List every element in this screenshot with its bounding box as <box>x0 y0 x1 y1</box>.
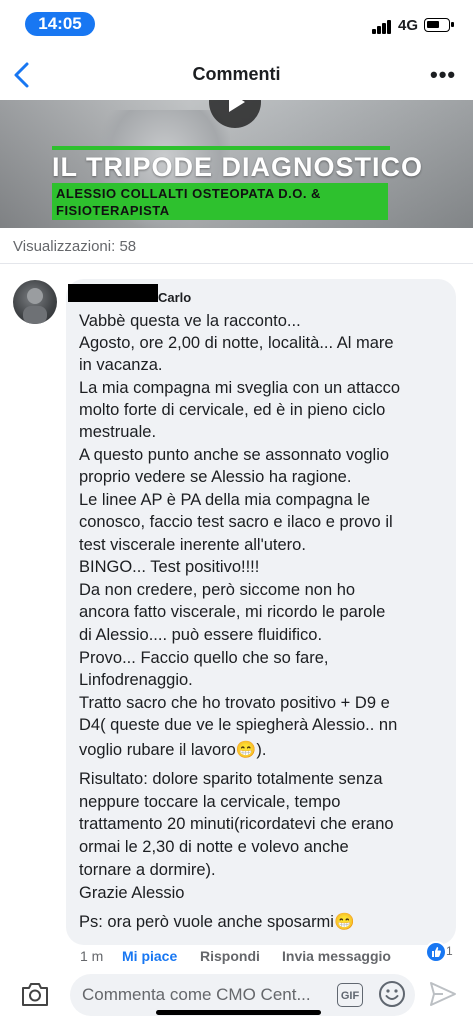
avatar[interactable] <box>13 280 57 324</box>
camera-icon <box>22 983 48 1006</box>
comment-line: Ps: ora però vuole anche sposarmi😁 <box>79 913 355 931</box>
more-dots-icon: ••• <box>430 62 457 87</box>
status-time: 14:05 <box>25 12 95 36</box>
comment-line: D4( queste due ve le spiegherà Alessio..… <box>79 716 398 734</box>
comment-line: Risultato: dolore sparito totalmente sen… <box>79 770 383 788</box>
comment-line: A questo punto anche se assonnato voglio <box>79 446 390 464</box>
battery-icon <box>424 18 454 32</box>
emoji-button[interactable] <box>378 980 406 1008</box>
gif-button[interactable]: GIF <box>337 983 363 1007</box>
divider <box>0 263 473 264</box>
comment-line: Grazie Alessio <box>79 884 185 902</box>
like-button[interactable]: Mi piace <box>122 948 177 964</box>
video-subtitle-box: ALESSIO COLLALTI OSTEOPATA D.O. & FISIOT… <box>52 183 388 220</box>
home-indicator <box>156 1010 321 1015</box>
camera-button[interactable] <box>20 980 50 1008</box>
video-subtitle-line1: ALESSIO COLLALTI OSTEOPATA D.O. & <box>56 186 321 201</box>
comment-author[interactable]: Carlo <box>158 290 191 305</box>
comment-line: conosco, faccio test sacro e ilaco e pro… <box>79 513 393 531</box>
play-icon <box>209 100 261 128</box>
comment-line: proprio vedere se Alessio ha ragione. <box>79 468 352 486</box>
redacted-name <box>68 284 158 302</box>
page-title: Commenti <box>192 64 281 84</box>
comment-time: 1 m <box>80 948 104 964</box>
like-reaction-icon[interactable] <box>425 941 447 963</box>
comment-line: Agosto, ore 2,00 di notte, località... A… <box>79 334 394 352</box>
more-options-button[interactable]: ••• <box>430 62 456 88</box>
comment-line: tornare a dormire). <box>79 861 216 879</box>
comment-line: molto forte di cervicale, ed è in pieno … <box>79 401 386 419</box>
comment-line: Vabbè questa ve la racconto... <box>79 312 301 330</box>
comment-line: Da non credere, però siccome non ho <box>79 581 356 599</box>
comment-line: di Alessio.... può essere fluidifico. <box>79 626 323 644</box>
send-button[interactable] <box>428 980 458 1008</box>
comment-line: test viscerale inerente all'utero. <box>79 536 306 554</box>
comment-line: in vacanza. <box>79 356 163 374</box>
comment-line: Provo... Faccio quello che so fare, <box>79 649 329 667</box>
comment-line: Tratto sacro che ho trovato positivo + D… <box>79 694 390 712</box>
comment-line: ancora fatto viscerale, mi ricordo le pa… <box>79 603 386 621</box>
reply-button[interactable]: Rispondi <box>200 948 260 964</box>
network-label: 4G <box>398 17 419 34</box>
comment-line: neppure toccare la cervicale, tempo <box>79 793 341 811</box>
send-message-button[interactable]: Invia messaggio <box>282 948 391 964</box>
video-title: IL TRIPODE DIAGNOSTICO <box>52 152 424 182</box>
send-icon <box>430 982 456 1006</box>
comment-line: mestruale. <box>79 423 157 441</box>
comment-input-placeholder: Commenta come CMO Cent... <box>82 985 311 1004</box>
signal-icon <box>372 20 396 34</box>
emoji-icon <box>379 981 405 1007</box>
video-subtitle-line2: FISIOTERAPISTA <box>56 203 170 218</box>
comment-line: La mia compagna mi sveglia con un attacc… <box>79 379 401 397</box>
comment-line: Le linee AP è PA della mia compagna le <box>79 491 371 509</box>
comment-line: voglio rubare il lavoro😁). <box>79 741 267 759</box>
comment-line: trattamento 20 minuti(ricordatevi che er… <box>79 815 394 833</box>
comment-line: BINGO... Test positivo!!!! <box>79 558 260 576</box>
title-accent-bar <box>52 146 390 150</box>
views-count: Visualizzazioni: 58 <box>13 238 137 255</box>
comment-line: Linfodrenaggio. <box>79 671 193 689</box>
like-count: 1 <box>446 944 453 958</box>
comment-line: ormai le 2,30 di notte e volevo anche <box>79 838 349 856</box>
